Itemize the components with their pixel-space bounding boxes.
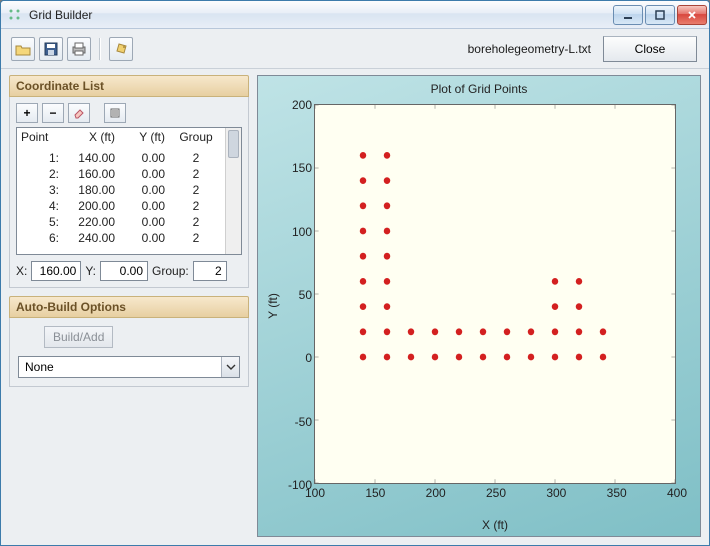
plot-xlabel: X (ft) [314, 518, 676, 532]
auto-build-panel: Build/Add None [9, 318, 249, 387]
plot-area [314, 104, 676, 484]
list-scrollbar[interactable] [225, 128, 241, 254]
xtick-label: 250 [486, 486, 506, 500]
plot-title: Plot of Grid Points [258, 82, 700, 96]
close-button[interactable]: Close [603, 36, 697, 62]
xtick-label: 300 [546, 486, 566, 500]
build-add-button[interactable]: Build/Add [44, 326, 113, 348]
plot-ylabel: Y (ft) [266, 293, 280, 319]
x-edit-input[interactable] [31, 261, 81, 281]
x-edit-label: X: [16, 264, 27, 278]
chevron-down-icon [221, 357, 239, 377]
xtick-label: 200 [426, 486, 446, 500]
coord-list-panel: + − Point X (ft) Y (ft) Group [9, 97, 249, 288]
titlebar: Grid Builder [1, 1, 709, 29]
ytick-label: 0 [284, 351, 312, 365]
auto-build-combo[interactable]: None [18, 356, 240, 378]
ytick-label: 100 [284, 225, 312, 239]
y-edit-label: Y: [85, 264, 96, 278]
group-edit-input[interactable] [193, 261, 227, 281]
list-options-button[interactable] [104, 103, 126, 123]
ytick-label: 50 [284, 288, 312, 302]
table-row[interactable]: 2:160.000.002 [21, 166, 221, 182]
close-window-button[interactable] [677, 5, 707, 25]
plot-panel: Plot of Grid Points Y (ft) X (ft) -100-5… [257, 75, 701, 537]
remove-row-button[interactable]: − [42, 103, 64, 123]
coord-list-header: Coordinate List [9, 75, 249, 97]
tag-button[interactable] [109, 37, 133, 61]
window-title: Grid Builder [29, 8, 613, 22]
close-button-label: Close [635, 42, 666, 56]
erase-button[interactable] [68, 103, 90, 123]
ytick-label: 150 [284, 161, 312, 175]
open-file-button[interactable] [11, 37, 35, 61]
toolbar-separator [99, 38, 101, 60]
ytick-label: -50 [284, 415, 312, 429]
col-group: Group [173, 130, 219, 144]
ytick-label: 200 [284, 98, 312, 112]
app-icon [7, 7, 23, 23]
maximize-button[interactable] [645, 5, 675, 25]
y-edit-input[interactable] [100, 261, 148, 281]
auto-build-combo-value: None [19, 360, 221, 374]
col-y: Y (ft) [123, 130, 173, 144]
minimize-button[interactable] [613, 5, 643, 25]
table-row[interactable]: 5:220.000.002 [21, 214, 221, 230]
add-row-button[interactable]: + [16, 103, 38, 123]
toolbar: boreholegeometry-L.txt Close [1, 29, 709, 69]
coord-list[interactable]: Point X (ft) Y (ft) Group 1:140.000.0022… [16, 127, 242, 255]
filename-label: boreholegeometry-L.txt [468, 42, 591, 56]
print-button[interactable] [67, 37, 91, 61]
auto-build-header: Auto-Build Options [9, 296, 249, 318]
app-window: Grid Builder boreholegeometry-L.txt Clos… [0, 0, 710, 546]
xtick-label: 150 [365, 486, 385, 500]
table-row[interactable]: 1:140.000.002 [21, 150, 221, 166]
table-row[interactable]: 6:240.000.002 [21, 230, 221, 246]
col-x: X (ft) [63, 130, 123, 144]
table-row[interactable]: 3:180.000.002 [21, 182, 221, 198]
xtick-label: 350 [607, 486, 627, 500]
content-area: boreholegeometry-L.txt Close Coordinate … [1, 29, 709, 545]
save-file-button[interactable] [39, 37, 63, 61]
xtick-label: 400 [667, 486, 687, 500]
col-point: Point [21, 130, 63, 144]
xtick-label: 100 [305, 486, 325, 500]
group-edit-label: Group: [152, 264, 189, 278]
table-row[interactable]: 4:200.000.002 [21, 198, 221, 214]
